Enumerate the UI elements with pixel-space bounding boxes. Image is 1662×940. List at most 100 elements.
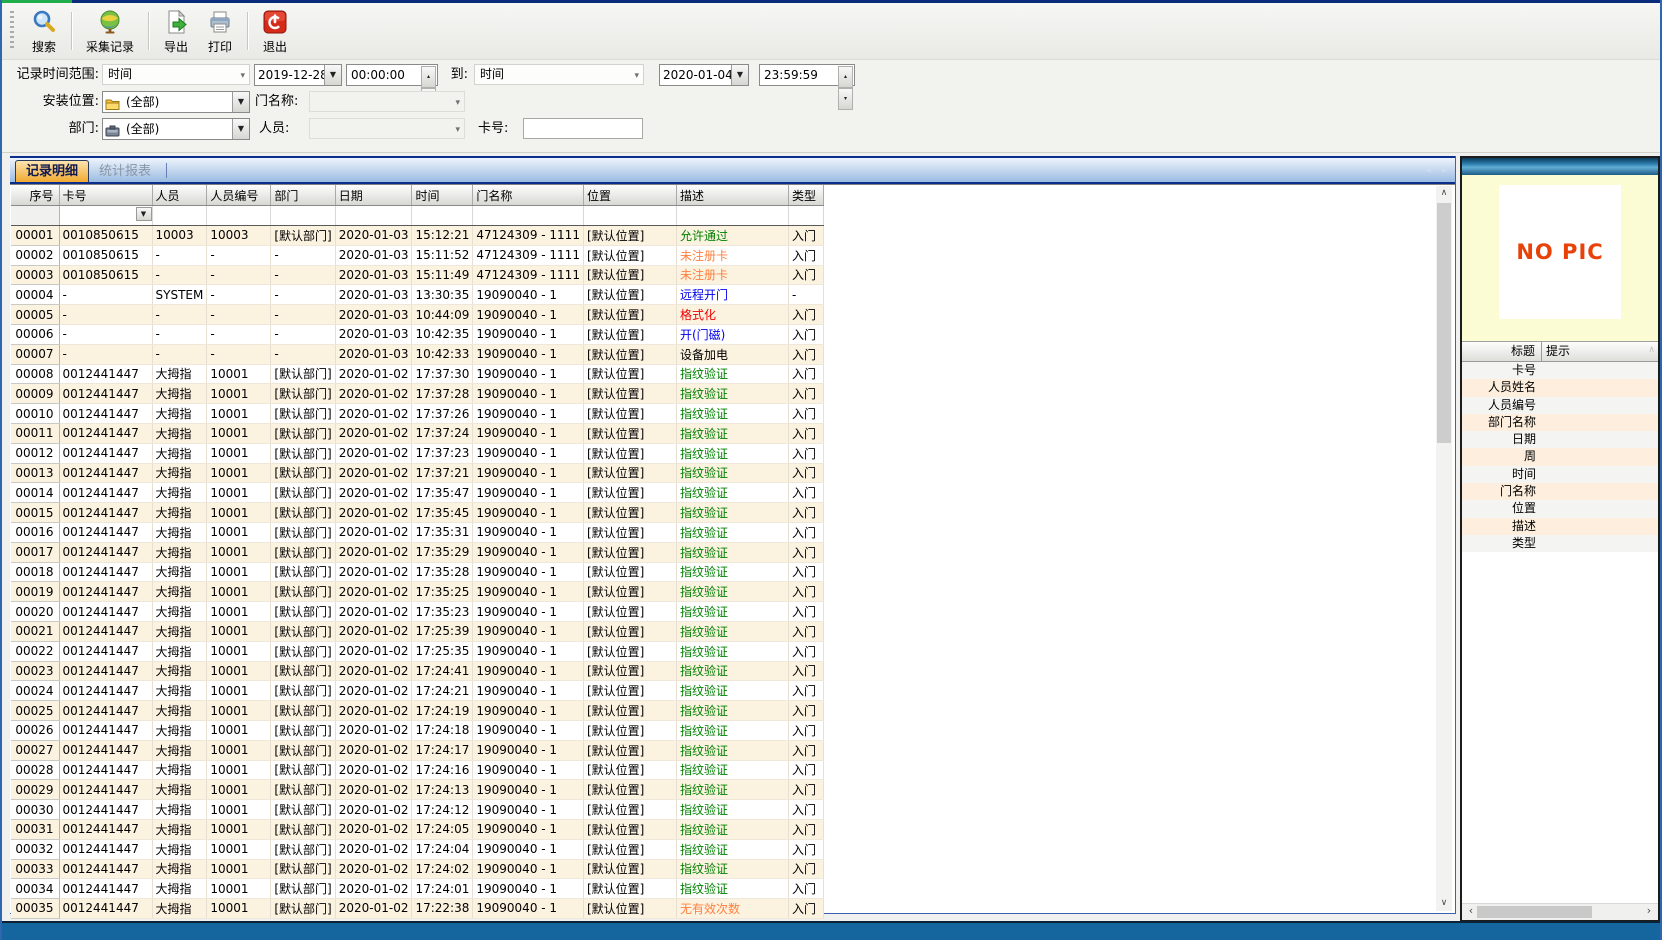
end-date-picker[interactable]: 2020-01-04 ▼ xyxy=(659,64,749,86)
table-row[interactable]: 000320012441447大拇指10001[默认部门]2020-01-021… xyxy=(11,839,823,859)
scroll-left-icon[interactable]: ‹ xyxy=(1464,904,1478,919)
table-row[interactable]: 0000100108506151000310003[默认部门]2020-01-0… xyxy=(11,226,823,246)
person-combo[interactable]: ▾ xyxy=(309,118,465,139)
table-row[interactable]: 000190012441447大拇指10001[默认部门]2020-01-021… xyxy=(11,582,823,602)
table-row[interactable]: 000130012441447大拇指10001[默认部门]2020-01-021… xyxy=(11,463,823,483)
column-header-10[interactable]: 类型 xyxy=(788,185,823,206)
spin-up-icon[interactable]: ▴ xyxy=(421,66,436,88)
column-header-9[interactable]: 描述 xyxy=(676,185,788,206)
dropdown-arrow-icon[interactable]: ▼ xyxy=(232,92,249,112)
hint-row[interactable]: 日期 xyxy=(1462,431,1658,448)
scrollbar-thumb[interactable] xyxy=(1437,203,1451,443)
table-row[interactable]: 000180012441447大拇指10001[默认部门]2020-01-021… xyxy=(11,562,823,582)
table-row[interactable]: 000340012441447大拇指10001[默认部门]2020-01-021… xyxy=(11,879,823,899)
search-button[interactable]: 搜索 xyxy=(22,3,66,59)
tab-record-detail[interactable]: 记录明细 xyxy=(15,160,89,182)
card-filter-dropdown-icon[interactable]: ▼ xyxy=(136,207,152,221)
table-row[interactable]: 000140012441447大拇指10001[默认部门]2020-01-021… xyxy=(11,483,823,503)
column-header-2[interactable]: 人员 xyxy=(152,185,207,206)
dropdown-arrow-icon[interactable]: ▼ xyxy=(731,65,748,85)
table-row[interactable]: 000220012441447大拇指10001[默认部门]2020-01-021… xyxy=(11,641,823,661)
spin-down-icon[interactable]: ▾ xyxy=(838,88,853,110)
hint-row[interactable]: 位置 xyxy=(1462,500,1658,517)
range-type-combo[interactable]: 时间 ▾ xyxy=(102,64,250,85)
dropdown-arrow-icon[interactable]: ▼ xyxy=(324,65,341,85)
table-row[interactable]: 00006----2020-01-0310:42:3519090040 - 1[… xyxy=(11,324,823,344)
table-row[interactable]: 000020010850615---2020-01-0315:11:524712… xyxy=(11,245,823,265)
table-row[interactable]: 000310012441447大拇指10001[默认部门]2020-01-021… xyxy=(11,819,823,839)
department-combo[interactable]: (全部) ▼ xyxy=(102,118,250,140)
table-row[interactable]: 000230012441447大拇指10001[默认部门]2020-01-021… xyxy=(11,661,823,681)
table-row[interactable]: 000250012441447大拇指10001[默认部门]2020-01-021… xyxy=(11,701,823,721)
spin-up-icon[interactable]: ▴ xyxy=(838,66,853,88)
column-header-7[interactable]: 门名称 xyxy=(473,185,584,206)
filter-cell[interactable] xyxy=(271,206,335,226)
filter-cell[interactable] xyxy=(676,206,788,226)
table-row[interactable]: 000200012441447大拇指10001[默认部门]2020-01-021… xyxy=(11,602,823,622)
table-row[interactable]: 000260012441447大拇指10001[默认部门]2020-01-021… xyxy=(11,720,823,740)
toolbar-drag-handle[interactable] xyxy=(10,11,14,51)
column-header-6[interactable]: 时间 xyxy=(412,185,473,206)
filter-cell[interactable] xyxy=(207,206,271,226)
table-row[interactable]: 000240012441447大拇指10001[默认部门]2020-01-021… xyxy=(11,681,823,701)
door-name-combo[interactable]: ▾ xyxy=(309,91,465,112)
filter-cell[interactable] xyxy=(583,206,676,226)
start-date-picker[interactable]: 2019-12-28 ▼ xyxy=(254,64,342,86)
export-button[interactable]: 导出 xyxy=(154,3,198,59)
card-number-input[interactable] xyxy=(523,118,643,139)
install-location-combo[interactable]: (全部) ▼ xyxy=(102,91,250,113)
start-time-spinner[interactable]: 00:00:00 ▴▾ xyxy=(346,64,438,86)
table-row[interactable]: 000290012441447大拇指10001[默认部门]2020-01-021… xyxy=(11,780,823,800)
column-header-8[interactable]: 位置 xyxy=(583,185,676,206)
table-row[interactable]: 000110012441447大拇指10001[默认部门]2020-01-021… xyxy=(11,423,823,443)
table-row[interactable]: 000030010850615---2020-01-0315:11:494712… xyxy=(11,265,823,285)
hint-scroll-up-icon[interactable]: ∧ xyxy=(1648,345,1655,355)
filter-cell[interactable] xyxy=(412,206,473,226)
table-row[interactable]: 000090012441447大拇指10001[默认部门]2020-01-021… xyxy=(11,384,823,404)
table-row[interactable]: 000280012441447大拇指10001[默认部门]2020-01-021… xyxy=(11,760,823,780)
vertical-scrollbar[interactable]: ∧ ∨ xyxy=(1436,186,1452,911)
scroll-up-icon[interactable]: ∧ xyxy=(1436,186,1452,201)
end-range-type-combo[interactable]: 时间 ▾ xyxy=(474,64,644,85)
table-row[interactable]: 000350012441447大拇指10001[默认部门]2020-01-021… xyxy=(11,899,823,919)
table-row[interactable]: 000170012441447大拇指10001[默认部门]2020-01-021… xyxy=(11,542,823,562)
scroll-right-icon[interactable]: › xyxy=(1642,904,1656,919)
column-header-0[interactable]: 序号 xyxy=(11,185,59,206)
column-header-1[interactable]: 卡号 xyxy=(59,185,152,206)
table-row[interactable]: 000100012441447大拇指10001[默认部门]2020-01-021… xyxy=(11,404,823,424)
hint-row[interactable]: 部门名称 xyxy=(1462,414,1658,431)
table-row[interactable]: 00005----2020-01-0310:44:0919090040 - 1[… xyxy=(11,305,823,325)
table-row[interactable]: 000300012441447大拇指10001[默认部门]2020-01-021… xyxy=(11,800,823,820)
column-header-3[interactable]: 人员编号 xyxy=(207,185,271,206)
column-header-5[interactable]: 日期 xyxy=(335,185,412,206)
tab-statistics-report[interactable]: 统计报表 xyxy=(89,161,161,182)
filter-cell[interactable]: ▼ xyxy=(59,206,152,226)
hint-row[interactable]: 卡号 xyxy=(1462,362,1658,379)
column-header-4[interactable]: 部门 xyxy=(271,185,335,206)
dropdown-arrow-icon[interactable]: ▼ xyxy=(232,119,249,139)
table-row[interactable]: 000270012441447大拇指10001[默认部门]2020-01-021… xyxy=(11,740,823,760)
hint-row[interactable]: 门名称 xyxy=(1462,483,1658,500)
exit-button[interactable]: 退出 xyxy=(253,3,297,59)
hint-row[interactable]: 描述 xyxy=(1462,518,1658,535)
table-row[interactable]: 000160012441447大拇指10001[默认部门]2020-01-021… xyxy=(11,522,823,542)
table-row[interactable]: 000080012441447大拇指10001[默认部门]2020-01-021… xyxy=(11,364,823,384)
hint-row[interactable]: 类型 xyxy=(1462,535,1658,552)
filter-cell[interactable] xyxy=(788,206,823,226)
table-row[interactable]: 000120012441447大拇指10001[默认部门]2020-01-021… xyxy=(11,443,823,463)
scroll-down-icon[interactable]: ∨ xyxy=(1436,896,1452,911)
horizontal-scrollbar[interactable]: ‹ › xyxy=(1462,903,1658,920)
scrollbar-thumb[interactable] xyxy=(1477,906,1592,918)
tab-scroll-left-icon[interactable]: ◂ xyxy=(1426,165,1431,176)
tab-scroll-right-icon[interactable]: ▸ xyxy=(1442,165,1447,176)
end-time-spinner[interactable]: 23:59:59 ▴▾ xyxy=(759,64,855,86)
hint-row[interactable]: 人员编号 xyxy=(1462,397,1658,414)
filter-cell[interactable] xyxy=(335,206,412,226)
print-button[interactable]: 打印 xyxy=(198,3,242,59)
table-row[interactable]: 00007----2020-01-0310:42:3319090040 - 1[… xyxy=(11,344,823,364)
collect-records-button[interactable]: 采集记录 xyxy=(77,3,143,59)
table-row[interactable]: 000150012441447大拇指10001[默认部门]2020-01-021… xyxy=(11,503,823,523)
hint-row[interactable]: 时间 xyxy=(1462,466,1658,483)
hint-row[interactable]: 周 xyxy=(1462,448,1658,465)
table-row[interactable]: 00004-SYSTEM--2020-01-0313:30:3519090040… xyxy=(11,285,823,305)
